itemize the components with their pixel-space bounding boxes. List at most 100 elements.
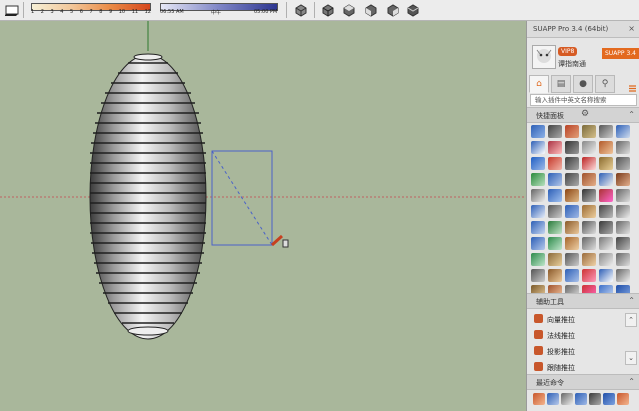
- list-item[interactable]: 向量推拉: [529, 311, 625, 327]
- plugin-tool-icon[interactable]: [616, 253, 630, 266]
- plugin-tool-icon[interactable]: [565, 173, 579, 186]
- plugin-tool-icon[interactable]: [582, 221, 596, 234]
- plugin-tool-icon[interactable]: [531, 189, 545, 202]
- plugin-tool-icon[interactable]: [548, 253, 562, 266]
- gear-icon[interactable]: ⚙: [581, 109, 589, 119]
- plugin-tool-icon[interactable]: [565, 141, 579, 154]
- plugin-tool-icon[interactable]: [531, 173, 545, 186]
- plugin-tool-icon[interactable]: [616, 125, 630, 138]
- menu-icon[interactable]: [628, 78, 637, 92]
- front-view-icon[interactable]: [364, 2, 378, 17]
- recent-command-icon[interactable]: [589, 393, 601, 405]
- avatar[interactable]: [532, 45, 556, 69]
- plugin-tool-icon[interactable]: [599, 173, 613, 186]
- plugin-tool-icon[interactable]: [582, 157, 596, 170]
- recent-command-icon[interactable]: [617, 393, 629, 405]
- plugin-tool-icon[interactable]: [599, 269, 613, 282]
- plugin-tool-icon[interactable]: [531, 205, 545, 218]
- plugin-tool-icon[interactable]: [599, 221, 613, 234]
- tab-search[interactable]: ⚲: [595, 75, 615, 93]
- projection-push-icon: [534, 346, 543, 355]
- plugin-tool-icon[interactable]: [548, 189, 562, 202]
- plugin-tool-icon[interactable]: [548, 221, 562, 234]
- scroll-down-button[interactable]: ⌄: [625, 351, 637, 365]
- plugin-tool-icon[interactable]: [616, 205, 630, 218]
- recent-command-icon[interactable]: [533, 393, 545, 405]
- plugin-tool-icon[interactable]: [565, 269, 579, 282]
- chevron-up-icon[interactable]: ⌃: [628, 110, 635, 119]
- list-item[interactable]: 法线推拉: [529, 327, 625, 343]
- plugin-tool-icon[interactable]: [599, 205, 613, 218]
- plugin-tool-icon[interactable]: [565, 205, 579, 218]
- chevron-up-icon[interactable]: ⌃: [628, 296, 635, 305]
- plugin-tool-icon[interactable]: [565, 253, 579, 266]
- right-view-icon[interactable]: [386, 2, 400, 17]
- iso-view-icon[interactable]: [321, 2, 335, 17]
- plugin-tool-icon[interactable]: [599, 189, 613, 202]
- camera-view-icon[interactable]: [294, 2, 308, 17]
- plugin-tool-icon[interactable]: [548, 125, 562, 138]
- plugin-tool-icon[interactable]: [599, 125, 613, 138]
- recent-commands-header[interactable]: 最近命令 ⌃: [527, 374, 639, 390]
- plugin-tool-icon[interactable]: [616, 173, 630, 186]
- recent-command-icon[interactable]: [575, 393, 587, 405]
- plugin-tool-icon[interactable]: [582, 141, 596, 154]
- scroll-up-button[interactable]: ⌃: [625, 313, 637, 327]
- list-item[interactable]: 跟随推拉: [529, 359, 625, 375]
- shadow-settings-icon[interactable]: [4, 2, 19, 16]
- recent-command-icon[interactable]: [547, 393, 559, 405]
- plugin-tool-icon[interactable]: [548, 269, 562, 282]
- tab-home[interactable]: ⌂: [529, 75, 549, 93]
- recent-command-icon[interactable]: [603, 393, 615, 405]
- close-button[interactable]: ×: [628, 24, 635, 33]
- plugin-tool-icon[interactable]: [565, 125, 579, 138]
- tab-docs[interactable]: ▤: [551, 75, 571, 93]
- quick-panel-header[interactable]: 快捷面板 ⚙ ⌃: [527, 107, 639, 123]
- plugin-tool-icon[interactable]: [548, 157, 562, 170]
- plugin-tool-icon[interactable]: [582, 205, 596, 218]
- plugin-tool-icon[interactable]: [565, 157, 579, 170]
- plugin-tool-icon[interactable]: [582, 173, 596, 186]
- plugin-tool-icon[interactable]: [582, 189, 596, 202]
- plugin-tool-icon[interactable]: [531, 141, 545, 154]
- plugin-tool-icon[interactable]: [548, 173, 562, 186]
- plugin-tool-icon[interactable]: [582, 253, 596, 266]
- plugin-tool-icon[interactable]: [531, 253, 545, 266]
- model-viewport[interactable]: [0, 21, 526, 411]
- plugin-tool-icon[interactable]: [548, 237, 562, 250]
- plugin-tool-icon[interactable]: [531, 237, 545, 250]
- plugin-tool-icon[interactable]: [616, 237, 630, 250]
- plugin-tool-icon[interactable]: [616, 269, 630, 282]
- list-item[interactable]: 投影推拉: [529, 343, 625, 359]
- plugin-tool-icon[interactable]: [616, 189, 630, 202]
- top-view-icon[interactable]: [342, 2, 356, 17]
- plugin-tool-icon[interactable]: [616, 157, 630, 170]
- plugin-tool-icon[interactable]: [582, 269, 596, 282]
- plugin-tool-icon[interactable]: [548, 205, 562, 218]
- plugin-tool-icon[interactable]: [565, 237, 579, 250]
- plugin-tool-icon[interactable]: [582, 125, 596, 138]
- plugin-tool-icon[interactable]: [531, 157, 545, 170]
- back-view-icon[interactable]: [406, 2, 420, 17]
- plugin-tool-icon[interactable]: [599, 157, 613, 170]
- aux-tools-header[interactable]: 辅助工具 ⌃: [527, 293, 639, 309]
- recent-command-icon[interactable]: [561, 393, 573, 405]
- month-tick: 5: [70, 9, 74, 15]
- ribbed-capsule-model[interactable]: [89, 53, 207, 340]
- plugin-tool-icon[interactable]: [548, 141, 562, 154]
- plugin-tool-icon[interactable]: [582, 237, 596, 250]
- plugin-tool-icon[interactable]: [531, 125, 545, 138]
- tab-user[interactable]: ●: [573, 75, 593, 93]
- chevron-up-icon[interactable]: ⌃: [628, 377, 635, 386]
- plugin-tool-icon[interactable]: [565, 189, 579, 202]
- plugin-tool-icon[interactable]: [531, 221, 545, 234]
- username[interactable]: 谭指南通: [558, 59, 586, 69]
- plugin-tool-icon[interactable]: [616, 221, 630, 234]
- plugin-tool-icon[interactable]: [565, 221, 579, 234]
- plugin-tool-icon[interactable]: [599, 237, 613, 250]
- plugin-tool-icon[interactable]: [531, 269, 545, 282]
- search-input[interactable]: 输入插件中英文名称搜索: [530, 94, 637, 106]
- plugin-tool-icon[interactable]: [599, 253, 613, 266]
- plugin-tool-icon[interactable]: [599, 141, 613, 154]
- plugin-tool-icon[interactable]: [616, 141, 630, 154]
